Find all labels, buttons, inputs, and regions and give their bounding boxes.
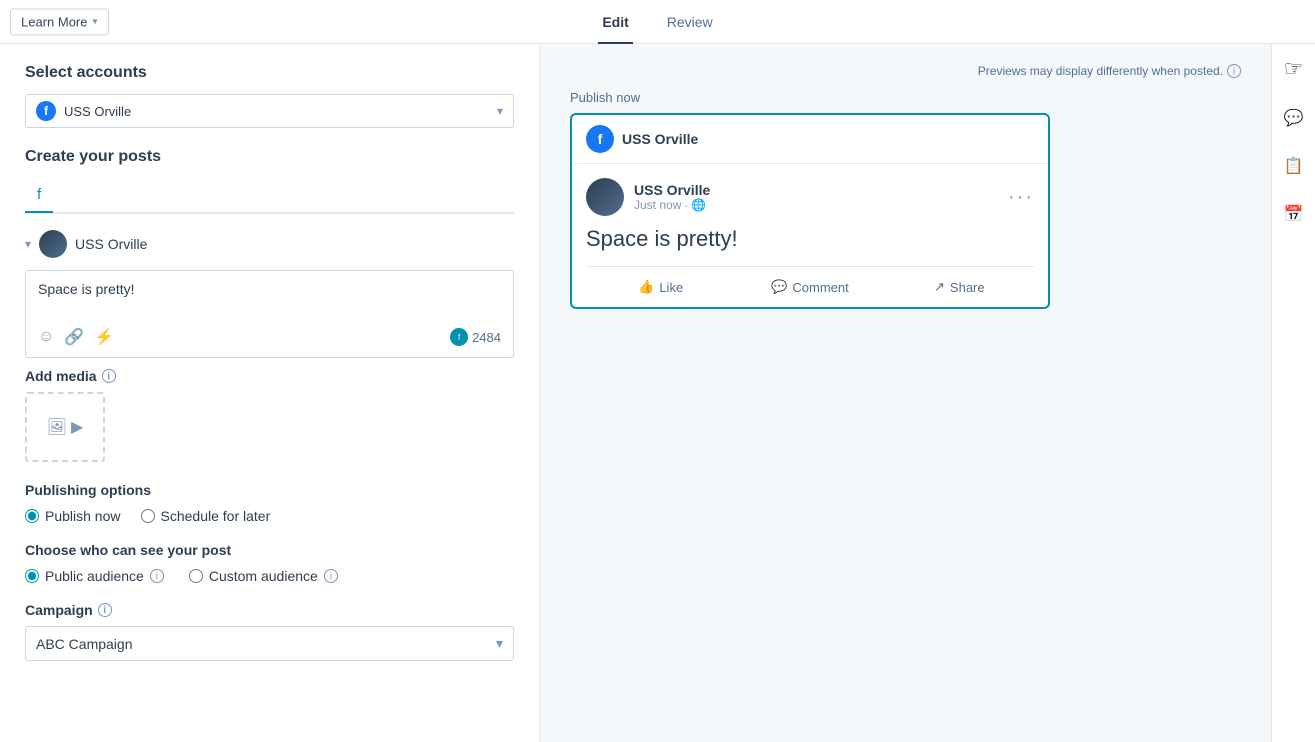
- fb-post-info: USS Orville Just now · 🌐: [634, 182, 710, 212]
- facebook-icon: f: [36, 101, 56, 121]
- left-panel: Select accounts f USS Orville ▾ Create y…: [0, 44, 540, 742]
- public-audience-radio[interactable]: [25, 569, 39, 583]
- account-selector-name: USS Orville: [64, 104, 131, 119]
- custom-audience-radio[interactable]: [189, 569, 203, 583]
- campaign-selector[interactable]: ABC Campaign ▾: [25, 626, 514, 661]
- fb-card-account-name: USS Orville: [622, 131, 698, 147]
- top-bar: Learn More ▾ Edit Review: [0, 0, 1315, 44]
- fb-poster-name: USS Orville: [634, 182, 710, 198]
- post-account-row: ▾ USS Orville: [25, 230, 514, 258]
- char-count-number: 2484: [472, 330, 501, 345]
- post-account-name: USS Orville: [75, 236, 147, 252]
- account-selector-caret-icon: ▾: [497, 104, 503, 118]
- comment-icon: 💬: [771, 279, 787, 295]
- fb-post-text: Space is pretty!: [586, 226, 1034, 252]
- public-audience-option[interactable]: Public audience i: [25, 568, 164, 584]
- globe-icon: 🌐: [691, 198, 706, 212]
- tab-edit[interactable]: Edit: [598, 2, 632, 44]
- publish-label: Publish now: [570, 90, 1241, 105]
- calendar-view-icon[interactable]: 📋: [1280, 152, 1308, 180]
- media-drop-zone[interactable]: 🖼 ▶: [25, 392, 105, 462]
- char-count-badge: f 2484: [450, 328, 501, 346]
- fb-post-meta: USS Orville Just now · 🌐 ···: [586, 178, 1034, 216]
- learn-more-label: Learn More: [21, 14, 87, 29]
- like-icon: 👍: [638, 279, 654, 295]
- add-media-info-icon[interactable]: i: [102, 369, 116, 383]
- chat-icon[interactable]: 💬: [1280, 104, 1308, 132]
- editor-content: Space is pretty!: [38, 281, 501, 297]
- post-text-editor[interactable]: Space is pretty! ☺ 🔗 ⚡ f 2484: [25, 270, 514, 358]
- platform-tabs: f: [25, 178, 514, 214]
- account-selector[interactable]: f USS Orville ▾: [25, 94, 514, 128]
- publishing-options-group: Publish now Schedule for later: [25, 508, 514, 524]
- time-separator: ·: [684, 198, 688, 212]
- campaign-title: Campaign i: [25, 602, 514, 618]
- editor-toolbar: ☺ 🔗 ⚡ f 2484: [38, 327, 501, 347]
- create-posts-title: Create your posts: [25, 148, 514, 166]
- publishing-options-title: Publishing options: [25, 482, 514, 498]
- schedule-later-option[interactable]: Schedule for later: [141, 508, 271, 524]
- emoji-icon[interactable]: ☺: [38, 328, 54, 346]
- facebook-preview-card: f USS Orville USS Orville Just now · 🌐: [570, 113, 1050, 309]
- custom-audience-info-icon[interactable]: i: [324, 569, 338, 583]
- cursor-icon: ☞: [1279, 54, 1309, 84]
- main-tabs: Edit Review: [598, 1, 716, 43]
- share-icon: ↗: [934, 279, 945, 295]
- learn-more-caret-icon: ▾: [92, 16, 97, 27]
- campaign-caret-icon: ▾: [496, 635, 503, 652]
- image-icon: 🖼: [47, 417, 67, 437]
- publish-now-option[interactable]: Publish now: [25, 508, 121, 524]
- attachment-icon[interactable]: 🔗: [64, 327, 84, 347]
- public-audience-info-icon[interactable]: i: [150, 569, 164, 583]
- platform-tab-facebook[interactable]: f: [25, 178, 53, 213]
- fb-post-time: Just now · 🌐: [634, 198, 710, 212]
- tab-review[interactable]: Review: [663, 2, 717, 44]
- fb-poster-avatar: [586, 178, 624, 216]
- campaign-info-icon[interactable]: i: [98, 603, 112, 617]
- fb-like-button[interactable]: 👍 Like: [586, 271, 735, 303]
- fb-header-platform-icon: f: [586, 125, 614, 153]
- publish-now-radio[interactable]: [25, 509, 39, 523]
- right-panel: Previews may display differently when po…: [540, 44, 1271, 742]
- campaign-selected-value: ABC Campaign: [36, 636, 133, 652]
- lightning-icon[interactable]: ⚡: [94, 327, 114, 347]
- fb-share-button[interactable]: ↗ Share: [885, 271, 1034, 303]
- schedule-icon[interactable]: 📅: [1280, 200, 1308, 228]
- fb-comment-button[interactable]: 💬 Comment: [735, 271, 884, 303]
- preview-notice: Previews may display differently when po…: [570, 64, 1241, 78]
- fb-card-header: f USS Orville: [572, 115, 1048, 164]
- audience-options-group: Public audience i Custom audience i: [25, 568, 514, 584]
- collapse-icon[interactable]: ▾: [25, 237, 31, 251]
- main-content: Select accounts f USS Orville ▾ Create y…: [0, 44, 1315, 742]
- select-accounts-title: Select accounts: [25, 64, 514, 82]
- account-avatar: [39, 230, 67, 258]
- fb-actions: 👍 Like 💬 Comment ↗ Share: [586, 266, 1034, 307]
- right-sidebar: ☞ 💬 📋 📅: [1271, 44, 1315, 742]
- fb-card-body: USS Orville Just now · 🌐 ··· Space is pr…: [572, 164, 1048, 307]
- fb-more-options-icon[interactable]: ···: [1008, 186, 1034, 209]
- preview-info-icon[interactable]: i: [1227, 64, 1241, 78]
- custom-audience-option[interactable]: Custom audience i: [189, 568, 338, 584]
- learn-more-button[interactable]: Learn More ▾: [10, 8, 109, 35]
- audience-title: Choose who can see your post: [25, 542, 514, 558]
- video-icon: ▶: [71, 417, 83, 437]
- schedule-later-radio[interactable]: [141, 509, 155, 523]
- add-media-label: Add media i: [25, 368, 514, 384]
- char-count-icon: f: [450, 328, 468, 346]
